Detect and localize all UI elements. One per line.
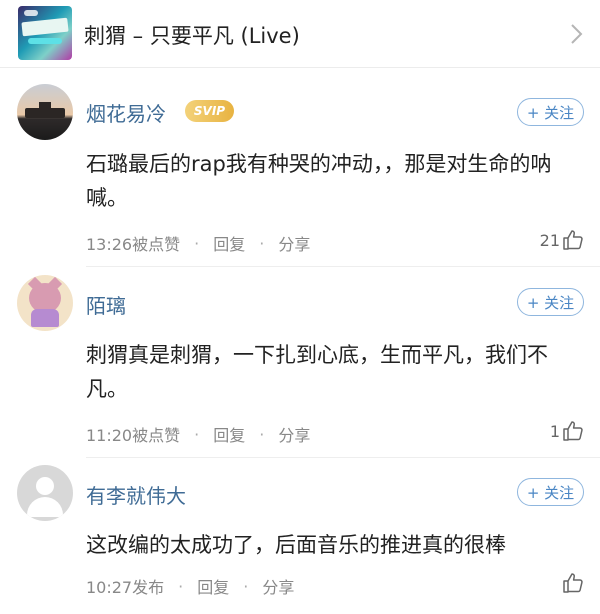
comment-time: 10:27发布: [86, 578, 165, 597]
like-button[interactable]: 1: [550, 420, 584, 442]
avatar[interactable]: [17, 275, 73, 331]
separator: ·: [194, 233, 200, 253]
svip-badge: SVIP: [185, 100, 234, 122]
follow-button[interactable]: + 关注: [517, 98, 584, 126]
comment-time: 13:26被点赞: [86, 235, 181, 254]
follow-button[interactable]: + 关注: [517, 478, 584, 506]
follow-label: + 关注: [526, 293, 575, 312]
separator: ·: [243, 576, 249, 596]
divider: [86, 266, 600, 267]
share-button[interactable]: 分享: [278, 231, 310, 255]
song-header[interactable]: 刺猬 – 只要平凡 (Live): [0, 0, 600, 68]
reply-button[interactable]: 回复: [213, 422, 245, 446]
like-count: 1: [549, 421, 560, 441]
username[interactable]: 陌璃: [86, 290, 126, 319]
separator: ·: [259, 233, 265, 253]
follow-label: + 关注: [526, 483, 575, 502]
avatar[interactable]: [17, 465, 73, 521]
thumbs-up-icon: [563, 230, 583, 250]
avatar[interactable]: [17, 84, 73, 140]
chevron-right-icon[interactable]: [570, 22, 584, 46]
comment-meta: 13:26被点赞 · 回复 · 分享: [86, 231, 310, 255]
share-button[interactable]: 分享: [278, 422, 310, 446]
thumbs-up-icon: [563, 573, 583, 593]
separator: ·: [194, 424, 200, 444]
like-button[interactable]: 21: [540, 229, 584, 251]
follow-button[interactable]: + 关注: [517, 288, 584, 316]
separator: ·: [178, 576, 184, 596]
reply-button[interactable]: 回复: [197, 574, 229, 598]
comment-text: 这改编的太成功了，后面音乐的推进真的很棒: [86, 533, 506, 557]
thumbs-up-icon: [563, 421, 583, 441]
comment-text: 刺猬真是刺猬，一下扎到心底，生而平凡，我们不凡。: [86, 343, 548, 401]
username[interactable]: 有李就伟大: [86, 480, 186, 509]
like-button[interactable]: [560, 572, 584, 594]
comment-meta: 10:27发布 · 回复 · 分享: [86, 574, 294, 598]
follow-label: + 关注: [526, 103, 575, 122]
album-cover: [18, 6, 72, 60]
song-title: 刺猬 – 只要平凡 (Live): [84, 24, 300, 48]
share-button[interactable]: 分享: [262, 574, 294, 598]
comment-time: 11:20被点赞: [86, 426, 181, 445]
comment-text: 石璐最后的rap我有种哭的冲动，，那是对生命的呐喊。: [86, 152, 552, 210]
divider: [86, 457, 600, 458]
username[interactable]: 烟花易冷: [86, 98, 166, 127]
separator: ·: [259, 424, 265, 444]
comment-meta: 11:20被点赞 · 回复 · 分享: [86, 422, 310, 446]
like-count: 21: [539, 230, 560, 250]
reply-button[interactable]: 回复: [213, 231, 245, 255]
